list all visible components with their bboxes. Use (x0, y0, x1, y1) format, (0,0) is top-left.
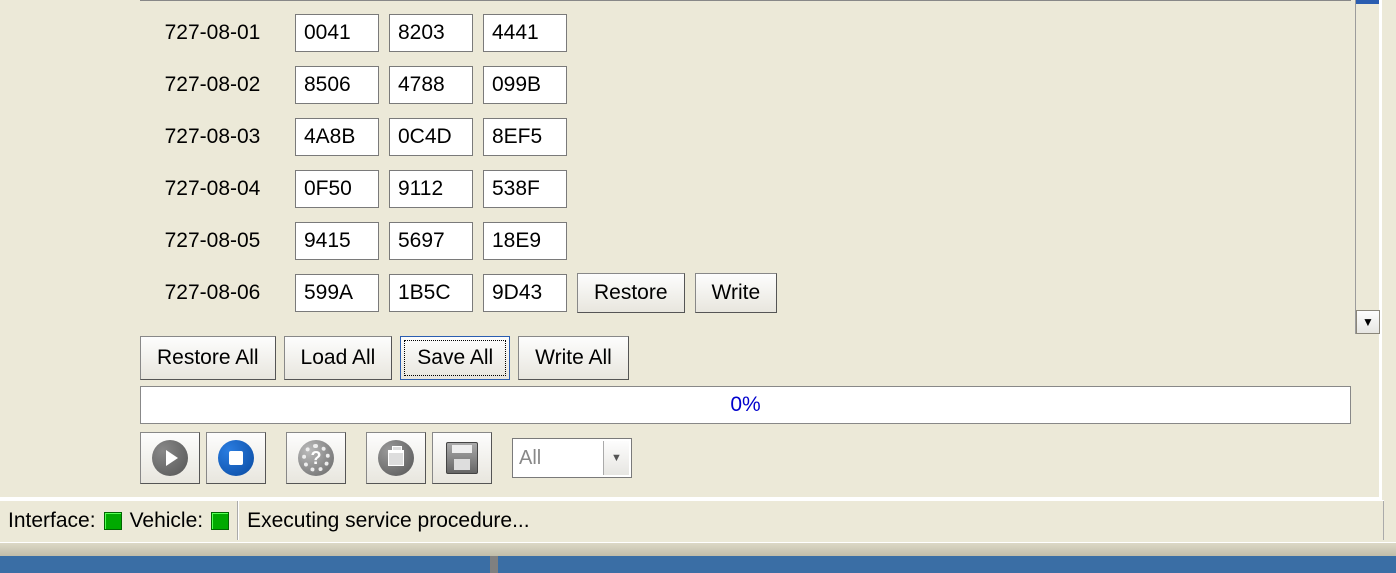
floppy-icon (446, 442, 478, 474)
write-button[interactable]: Write (695, 273, 778, 313)
help-button[interactable]: ? (286, 432, 346, 484)
vehicle-led-icon (211, 512, 229, 530)
icon-toolbar: ? All ▼ (140, 432, 632, 484)
save-all-button[interactable]: Save All (400, 336, 510, 380)
chevron-down-icon: ▼ (1362, 315, 1374, 329)
data-rows: 727-08-01 727-08-02 727-08-03 (140, 1, 1351, 319)
bulk-controls: Restore All Load All Save All Write All (140, 336, 629, 380)
row-label: 727-08-05 (140, 229, 285, 253)
data-row: 727-08-01 (140, 7, 1351, 59)
interface-led-icon (104, 512, 122, 530)
data-row: 727-08-02 (140, 59, 1351, 111)
row-label: 727-08-01 (140, 21, 285, 45)
data-row: 727-08-03 (140, 111, 1351, 163)
row-label: 727-08-03 (140, 125, 285, 149)
hex-cell[interactable] (389, 170, 473, 208)
hex-cell[interactable] (483, 66, 567, 104)
vehicle-label: Vehicle: (130, 509, 204, 533)
hex-cell[interactable] (389, 274, 473, 312)
hex-cell[interactable] (295, 118, 379, 156)
trash-icon (378, 440, 414, 476)
hex-cell[interactable] (295, 14, 379, 52)
hex-cell[interactable] (389, 118, 473, 156)
play-button[interactable] (140, 432, 200, 484)
save-button[interactable] (432, 432, 492, 484)
data-row: 727-08-04 (140, 163, 1351, 215)
progress-bar: 0% (140, 386, 1351, 424)
hex-cell[interactable] (389, 222, 473, 260)
scroll-down-button[interactable]: ▼ (1356, 310, 1380, 334)
vertical-scrollbar[interactable]: ▼ (1355, 0, 1379, 334)
help-icon: ? (298, 440, 334, 476)
hex-cell[interactable] (483, 222, 567, 260)
filter-combo-value: All (519, 447, 541, 470)
hex-cell[interactable] (483, 118, 567, 156)
write-all-button[interactable]: Write All (518, 336, 629, 380)
hex-cell[interactable] (483, 170, 567, 208)
restore-button[interactable]: Restore (577, 273, 685, 313)
hex-cell[interactable] (295, 274, 379, 312)
row-label: 727-08-04 (140, 177, 285, 201)
hex-cell[interactable] (389, 14, 473, 52)
progress-text: 0% (730, 393, 760, 417)
status-message: Executing service procedure... (247, 509, 529, 533)
status-bar: Interface: Vehicle: Executing service pr… (0, 500, 1384, 540)
scroll-accent (1356, 0, 1379, 4)
row-label: 727-08-06 (140, 281, 285, 305)
play-icon (152, 440, 188, 476)
hex-cell[interactable] (483, 14, 567, 52)
hex-cell[interactable] (389, 66, 473, 104)
restore-all-button[interactable]: Restore All (140, 336, 276, 380)
chevron-down-icon: ▼ (603, 441, 629, 475)
data-row: 727-08-06 Restore Write (140, 267, 1351, 319)
interface-label: Interface: (8, 509, 96, 533)
hex-cell[interactable] (483, 274, 567, 312)
stop-button[interactable] (206, 432, 266, 484)
filter-combo[interactable]: All ▼ (512, 438, 632, 478)
hex-cell[interactable] (295, 170, 379, 208)
window-chrome-bottom (0, 542, 1396, 556)
data-row: 727-08-05 (140, 215, 1351, 267)
hex-cell[interactable] (295, 222, 379, 260)
stop-icon (218, 440, 254, 476)
delete-button[interactable] (366, 432, 426, 484)
row-label: 727-08-02 (140, 73, 285, 97)
hex-cell[interactable] (295, 66, 379, 104)
load-all-button[interactable]: Load All (284, 336, 393, 380)
desktop-strip (0, 556, 1396, 573)
